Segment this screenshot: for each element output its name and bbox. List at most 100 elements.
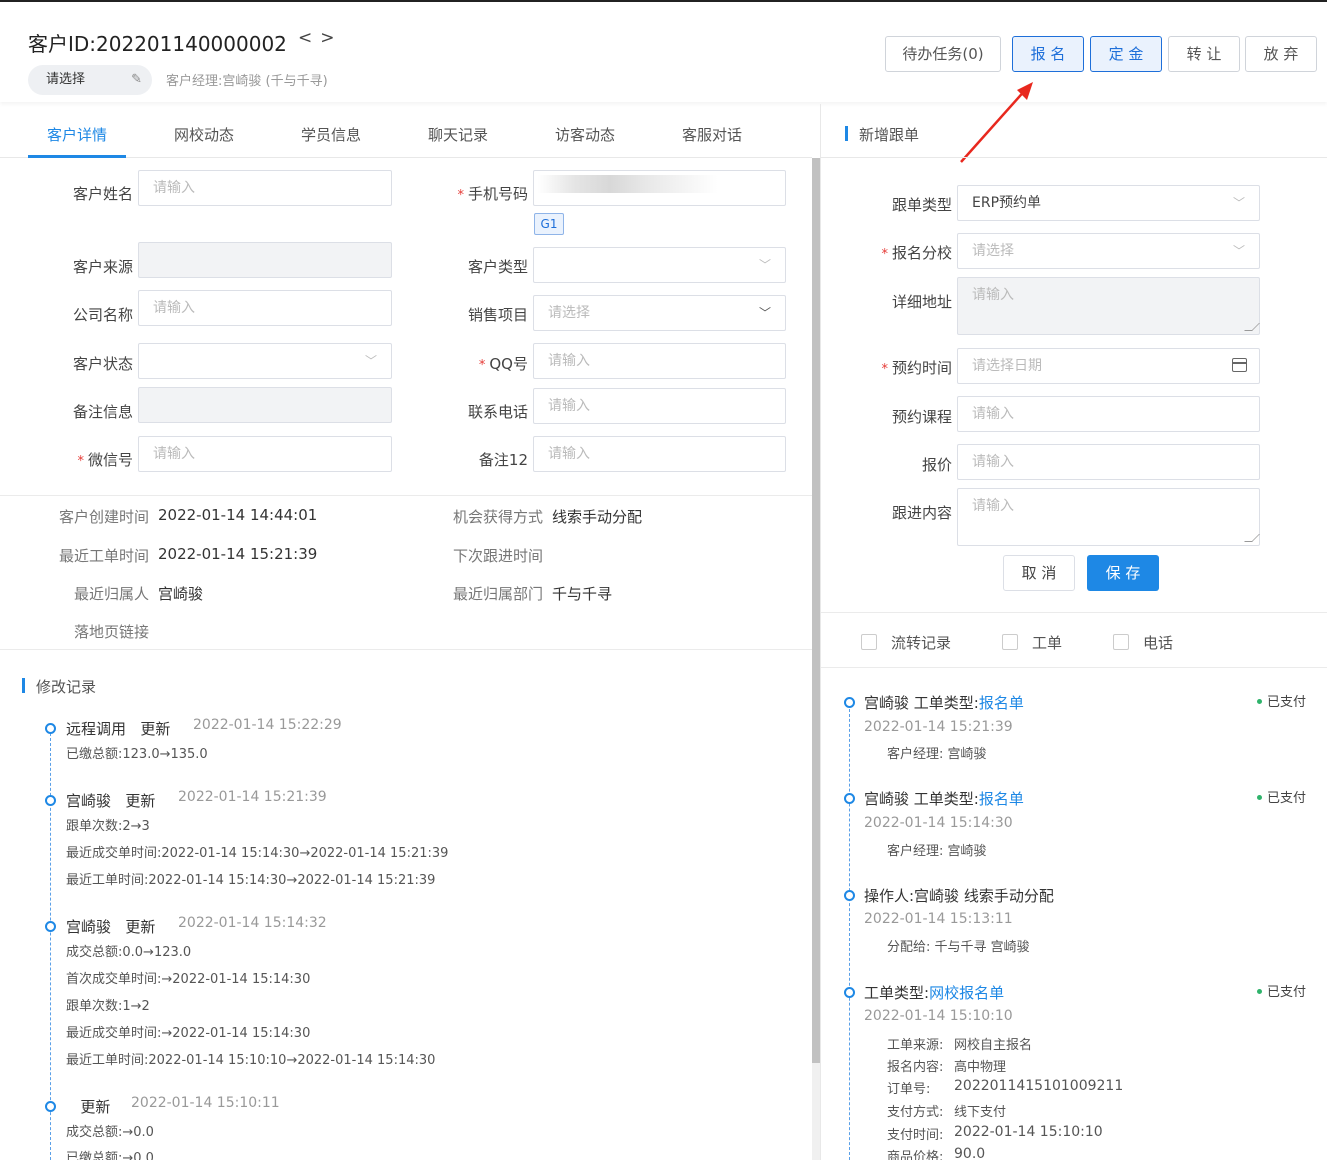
history-dot: [45, 723, 56, 734]
status-dot-icon: [1257, 989, 1262, 994]
record-detail-key: 报名内容:: [887, 1060, 944, 1075]
deposit-button[interactable]: 定 金: [1090, 36, 1162, 72]
history-entry-title: 远程调用 更新: [66, 718, 170, 739]
customer-tag-select[interactable]: 请选择 ✎: [28, 65, 152, 95]
transfer-button[interactable]: 转 让: [1168, 36, 1240, 72]
record-title-text: 宫崎骏 工单类型:: [864, 790, 979, 808]
record-type-link[interactable]: 报名单: [979, 790, 1024, 808]
history-detail: 最近成交单时间:2022-01-14 15:14:30→2022-01-14 1…: [66, 846, 449, 861]
tab-online-school[interactable]: 网校动态: [159, 124, 249, 145]
follow-section-title: 新增跟单: [845, 124, 919, 145]
todo-tasks-button[interactable]: 待办任务(0): [885, 36, 1001, 72]
calendar-icon: [1232, 358, 1247, 372]
history-detail: 成交总额:0.0→123.0: [66, 945, 192, 960]
record-navigation: <>: [298, 28, 343, 48]
landing-page-label: 落地页链接: [73, 623, 149, 641]
customer-type-select[interactable]: ﹀: [533, 247, 786, 283]
history-who: 远程调用: [66, 720, 127, 738]
wechat-label-text: 微信号: [87, 451, 133, 469]
sales-project-select[interactable]: 请选择 ﹀: [533, 295, 786, 331]
save-button[interactable]: 保 存: [1087, 555, 1159, 591]
next-record-icon[interactable]: >: [320, 28, 342, 48]
customer-status-select[interactable]: ﹀: [138, 343, 392, 379]
filter-label: 流转记录: [891, 634, 952, 652]
customer-status-label: 客户状态: [72, 355, 133, 373]
follow-content-textarea[interactable]: 请输入: [957, 488, 1260, 546]
acquire-method-label: 机会获得方式: [452, 508, 543, 526]
tab-chat-history[interactable]: 聊天记录: [413, 124, 503, 145]
filter-work-orders[interactable]: 工单: [1002, 632, 1062, 653]
remark-input: [138, 387, 392, 423]
branch-select[interactable]: 请选择 ﹀: [957, 233, 1260, 269]
tab-visitor-activity[interactable]: 访客动态: [540, 124, 630, 145]
follow-divider: [821, 612, 1327, 613]
customer-type-label: 客户类型: [467, 258, 528, 276]
price-input[interactable]: 请输入: [957, 444, 1260, 480]
next-follow-label: 下次跟进时间: [452, 547, 543, 565]
left-panel-scrollbar-thumb[interactable]: [812, 158, 820, 1063]
qq-input[interactable]: 请输入: [533, 343, 786, 379]
record-detail: 客户经理: 宫崎骏: [887, 747, 987, 762]
tab-student-info[interactable]: 学员信息: [286, 124, 376, 145]
remark12-label: 备注12: [478, 451, 528, 469]
sales-project-label: 销售项目: [467, 306, 528, 324]
customer-name-input[interactable]: 请输入: [138, 170, 392, 206]
status-text: 已支付: [1267, 985, 1307, 1000]
history-detail: 最近工单时间:2022-01-14 15:10:10→2022-01-14 15…: [66, 1053, 436, 1068]
record-detail-key: 支付方式:: [887, 1105, 944, 1120]
edit-pencil-icon[interactable]: ✎: [131, 65, 142, 95]
follow-content-placeholder: 请输入: [972, 498, 1014, 514]
follow-type-value: ERP预约单: [972, 195, 1042, 211]
checkbox[interactable]: [1113, 634, 1129, 650]
wechat-label: * 微信号: [77, 451, 133, 469]
info-divider: [0, 649, 812, 650]
record-type-link[interactable]: 网校报名单: [929, 984, 1004, 1002]
record-type-link[interactable]: 报名单: [979, 694, 1024, 712]
chevron-down-icon: ﹀: [1232, 196, 1245, 210]
phone-label-text: 手机号码: [467, 185, 528, 203]
acquire-method-value: 线索手动分配: [552, 508, 643, 526]
history-detail: 成交总额:→0.0: [66, 1125, 154, 1140]
wechat-input[interactable]: 请输入: [138, 436, 392, 472]
appointment-date-picker[interactable]: 请选择日期: [957, 348, 1260, 384]
abandon-button[interactable]: 放 弃: [1245, 36, 1317, 72]
record-detail-key: 支付时间:: [887, 1128, 944, 1143]
follow-type-label: 跟单类型: [891, 196, 952, 214]
chevron-down-icon: ﹀: [364, 354, 377, 368]
filter-phone[interactable]: 电话: [1113, 632, 1173, 653]
history-action: 更新: [125, 792, 156, 810]
history-section-title: 修改记录: [22, 676, 96, 697]
history-detail: 已缴总额:→0.0: [66, 1151, 154, 1160]
history-time: 2022-01-14 15:10:11: [131, 1095, 280, 1111]
chevron-down-icon: ﹀: [758, 306, 771, 320]
contact-phone-input[interactable]: 请输入: [533, 388, 786, 424]
filter-label: 工单: [1032, 634, 1063, 652]
remark12-input[interactable]: 请输入: [533, 436, 786, 472]
checkbox[interactable]: [861, 634, 877, 650]
follow-type-select[interactable]: ERP预约单 ﹀: [957, 185, 1260, 221]
filter-transfer-records[interactable]: 流转记录: [861, 632, 951, 653]
cancel-button[interactable]: 取 消: [1003, 555, 1075, 591]
created-time-label: 客户创建时间: [58, 508, 149, 526]
phone-grade-badge: G1: [534, 213, 564, 235]
prev-record-icon[interactable]: <: [298, 28, 320, 48]
history-dot: [45, 1101, 56, 1112]
follow-content-label: 跟进内容: [891, 504, 952, 522]
record-title-text: 工单类型:: [864, 984, 930, 1002]
checkbox[interactable]: [1002, 634, 1018, 650]
address-label: 详细地址: [891, 293, 952, 311]
payment-status-badge: 已支付: [1257, 691, 1306, 710]
filter-divider: [821, 667, 1327, 668]
history-dot: [45, 921, 56, 932]
record-time: 2022-01-14 15:13:11: [864, 911, 1013, 927]
record-dot: [844, 890, 855, 901]
tab-service-chat[interactable]: 客服对话: [667, 124, 757, 145]
company-name-input[interactable]: 请输入: [138, 290, 392, 326]
course-input[interactable]: 请输入: [957, 396, 1260, 432]
history-action: 更新: [125, 918, 156, 936]
chevron-down-icon: ﹀: [758, 258, 771, 272]
payment-status-badge: 已支付: [1257, 981, 1306, 1000]
signup-button[interactable]: 报 名: [1012, 36, 1084, 72]
tab-customer-detail[interactable]: 客户详情: [32, 124, 122, 145]
history-who: 宫崎骏: [66, 918, 112, 936]
